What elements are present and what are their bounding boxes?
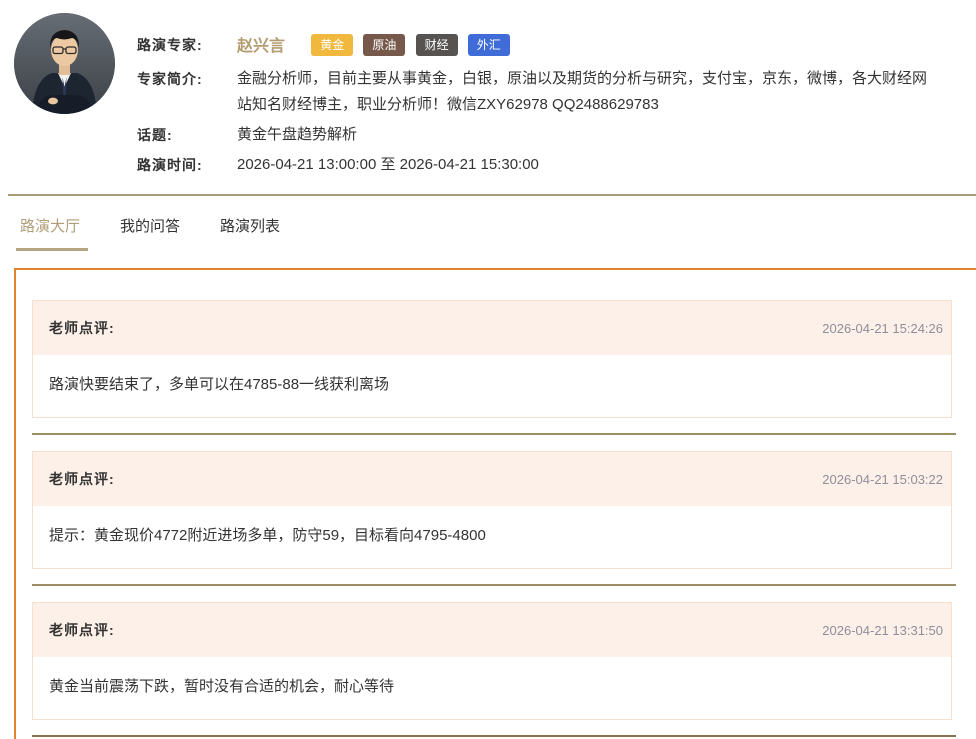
comment-timestamp: 2026-04-21 13:31:50 xyxy=(822,622,943,638)
tag-forex: 外汇 xyxy=(467,34,510,56)
topic-label: 话题: xyxy=(137,127,173,143)
roadshow-hall-panel: 老师点评: 2026-04-21 15:24:26 路演快要结束了，多单可以在4… xyxy=(14,268,976,739)
teacher-comment-card: 老师点评: 2026-04-21 15:03:22 提示：黄金现价4772附近进… xyxy=(32,451,952,569)
expert-label: 路演专家: xyxy=(137,37,203,53)
tag-gold: 黄金 xyxy=(311,34,354,56)
comment-title: 老师点评: xyxy=(49,320,115,336)
avatar xyxy=(14,13,115,114)
teacher-comment-card: 老师点评: 2026-04-21 13:31:50 黄金当前震荡下跌，暂时没有合… xyxy=(32,602,952,720)
teacher-comment-card: 老师点评: 2026-04-21 15:24:26 路演快要结束了，多单可以在4… xyxy=(32,300,952,418)
comment-card-header: 老师点评: 2026-04-21 13:31:50 xyxy=(33,603,951,657)
tab-roadshow-list[interactable]: 路演列表 xyxy=(220,196,280,251)
card-separator xyxy=(32,584,956,586)
time-label: 路演时间: xyxy=(137,157,203,173)
comment-title: 老师点评: xyxy=(49,471,115,487)
card-separator xyxy=(32,433,956,435)
card-separator xyxy=(32,735,956,737)
tab-my-qa[interactable]: 我的问答 xyxy=(120,196,180,251)
intro-text: 金融分析师，目前主要从事黄金，白银，原油以及期货的分析与研究，支付宝，京东，微博… xyxy=(237,70,928,113)
expert-header: 路演专家: 赵兴言 黄金 原油 财经 外汇 专家简介: 金融分析师，目前主要从事… xyxy=(0,0,976,194)
comment-card-header: 老师点评: 2026-04-21 15:24:26 xyxy=(33,301,951,355)
tag-finance: 财经 xyxy=(415,34,458,56)
comment-text: 提示：黄金现价4772附近进场多单，防守59，目标看向4795-4800 xyxy=(49,527,486,544)
tag-crude-oil: 原油 xyxy=(363,34,406,56)
expert-info: 路演专家: 赵兴言 黄金 原油 财经 外汇 专家简介: 金融分析师，目前主要从事… xyxy=(137,13,937,194)
tab-bar: 路演大厅 我的问答 路演列表 xyxy=(0,196,976,251)
topic-text: 黄金午盘趋势解析 xyxy=(237,126,358,143)
comment-timestamp: 2026-04-21 15:24:26 xyxy=(822,320,943,336)
comment-text: 路演快要结束了，多单可以在4785-88一线获利离场 xyxy=(49,376,390,393)
comment-timestamp: 2026-04-21 15:03:22 xyxy=(822,471,943,487)
comment-text: 黄金当前震荡下跌，暂时没有合适的机会，耐心等待 xyxy=(49,678,395,695)
comment-card-header: 老师点评: 2026-04-21 15:03:22 xyxy=(33,452,951,506)
expert-photo-placeholder xyxy=(14,13,115,114)
expert-name-row: 路演专家: 赵兴言 黄金 原油 财经 外汇 xyxy=(137,34,937,58)
expert-intro-row: 专家简介: 金融分析师，目前主要从事黄金，白银，原油以及期货的分析与研究，支付宝… xyxy=(137,70,937,118)
expert-name: 赵兴言 xyxy=(237,38,286,55)
time-text: 2026-04-21 13:00:00 至 2026-04-21 15:30:0… xyxy=(237,156,539,173)
tab-roadshow-hall[interactable]: 路演大厅 xyxy=(15,196,89,251)
comment-title: 老师点评: xyxy=(49,622,115,638)
roadshow-time-row: 路演时间: 2026-04-21 13:00:00 至 2026-04-21 1… xyxy=(137,156,937,174)
intro-label: 专家简介: xyxy=(137,71,203,87)
topic-row: 话题: 黄金午盘趋势解析 xyxy=(137,126,937,144)
